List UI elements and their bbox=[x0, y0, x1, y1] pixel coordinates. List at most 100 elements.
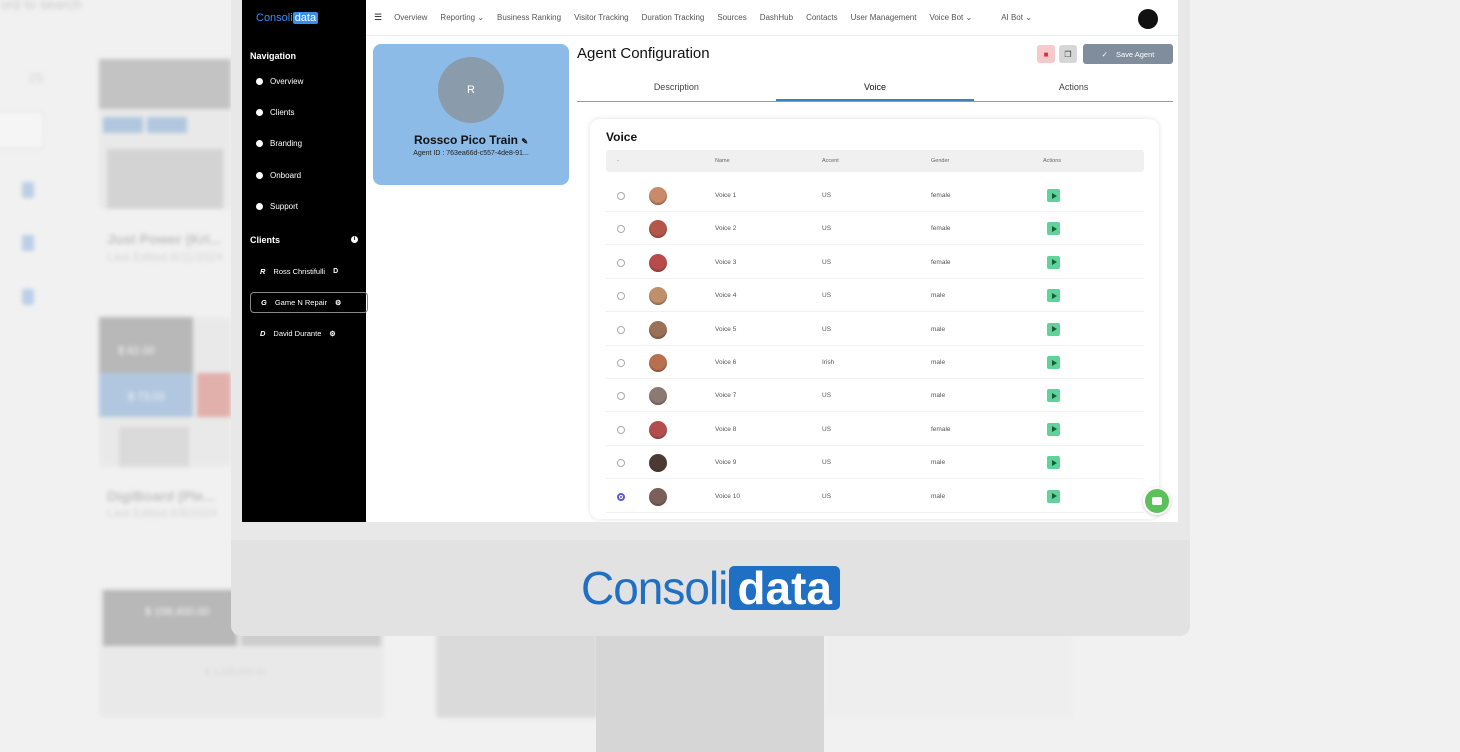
nav-heading: Navigation bbox=[250, 51, 297, 61]
nav-reporting[interactable]: Reporting ⌄ bbox=[440, 13, 484, 22]
col-accent: Accent bbox=[822, 158, 839, 164]
sidebar-item-support[interactable]: Support bbox=[256, 202, 298, 211]
voice-row[interactable]: Voice 8 US female bbox=[606, 413, 1144, 446]
voice-radio[interactable] bbox=[617, 192, 625, 200]
sidebar-item-clients[interactable]: Clients bbox=[256, 108, 294, 117]
nav-contacts[interactable]: Contacts bbox=[806, 13, 838, 22]
nav-ai-bot[interactable]: AI Bot ⌄ bbox=[1001, 13, 1032, 22]
voice-radio[interactable] bbox=[617, 459, 625, 468]
bg-card bbox=[99, 59, 231, 209]
play-icon[interactable] bbox=[1047, 356, 1060, 369]
voice-row[interactable]: Voice 7 US male bbox=[606, 379, 1144, 413]
voice-avatar bbox=[649, 420, 667, 439]
voice-gender: female bbox=[931, 192, 951, 199]
chat-button[interactable] bbox=[1143, 487, 1171, 515]
nav-business-ranking[interactable]: Business Ranking bbox=[497, 13, 561, 22]
copy-button[interactable]: ❐ bbox=[1059, 45, 1077, 63]
voice-row[interactable]: Voice 2 US female bbox=[606, 212, 1144, 246]
voice-name: Voice 1 bbox=[715, 192, 737, 199]
voice-row[interactable]: Voice 5 US male bbox=[606, 313, 1144, 346]
nav-dashhub[interactable]: DashHub bbox=[760, 13, 793, 22]
play-icon[interactable] bbox=[1047, 189, 1060, 202]
delete-button[interactable]: ■ bbox=[1037, 45, 1055, 63]
agent-name: Rossco Pico Train ✎ bbox=[413, 133, 529, 147]
play-icon[interactable] bbox=[1047, 255, 1060, 269]
monitor-stand bbox=[596, 636, 824, 752]
voice-radio[interactable] bbox=[617, 325, 625, 334]
voice-name: Voice 10 bbox=[715, 492, 740, 500]
play-icon[interactable] bbox=[1047, 489, 1060, 503]
voice-accent: US bbox=[822, 459, 832, 467]
voice-row[interactable]: Voice 6 Irish male bbox=[606, 346, 1144, 379]
voice-row[interactable]: Voice 1 US female bbox=[606, 179, 1144, 212]
info-icon[interactable]: i bbox=[351, 236, 358, 243]
config-tabs: Description Voice Actions bbox=[577, 76, 1173, 102]
nav-visitor-tracking[interactable]: Visitor Tracking bbox=[574, 13, 629, 22]
play-icon[interactable] bbox=[1047, 322, 1060, 336]
voice-gender: male bbox=[931, 359, 946, 366]
voice-radio[interactable] bbox=[617, 292, 625, 301]
voice-radio[interactable] bbox=[617, 425, 625, 434]
voice-gender: male bbox=[931, 325, 946, 333]
menu-collapse-icon[interactable]: ☰ bbox=[374, 12, 382, 23]
client-item[interactable]: D David Durante ⚙ bbox=[250, 323, 368, 344]
voice-radio[interactable] bbox=[617, 359, 625, 367]
voice-row[interactable]: Voice 10 US male bbox=[606, 480, 1144, 513]
voice-avatar bbox=[649, 287, 667, 306]
consolidata-logo: Consoli data bbox=[581, 561, 840, 615]
play-icon[interactable] bbox=[1047, 289, 1060, 303]
sidebar-item-onboard[interactable]: Onboard bbox=[256, 171, 301, 180]
bg-search-text: ord to search bbox=[0, 0, 82, 12]
voice-radio[interactable] bbox=[617, 492, 625, 501]
voice-row[interactable]: Voice 3 US female bbox=[606, 246, 1144, 279]
voice-avatar bbox=[649, 454, 667, 473]
nav-sources[interactable]: Sources bbox=[717, 13, 746, 22]
tab-voice[interactable]: Voice bbox=[775, 76, 975, 101]
voice-avatar bbox=[649, 387, 667, 406]
voice-gender: female bbox=[931, 425, 951, 433]
trash-icon: ■ bbox=[1043, 49, 1049, 59]
sidebar-item-overview[interactable]: Overview bbox=[256, 77, 303, 86]
client-item[interactable]: R Ross Christifulli D bbox=[250, 261, 368, 282]
pie-chart-icon bbox=[256, 78, 263, 85]
save-agent-button[interactable]: ✓ Save Agent bbox=[1083, 44, 1173, 64]
page-title: Agent Configuration bbox=[577, 45, 710, 62]
nav-duration-tracking[interactable]: Duration Tracking bbox=[642, 13, 705, 22]
voice-accent: US bbox=[822, 258, 832, 266]
nav-voice-bot[interactable]: Voice Bot ⌄ bbox=[929, 13, 972, 22]
nav-overview[interactable]: Overview bbox=[394, 13, 427, 22]
voice-row[interactable]: Voice 9 US male bbox=[606, 446, 1144, 480]
voice-name: Voice 2 bbox=[715, 225, 737, 233]
user-avatar[interactable] bbox=[1138, 9, 1158, 29]
bg-value: $ 3,328,000.00 bbox=[205, 667, 266, 677]
play-icon[interactable] bbox=[1047, 222, 1060, 236]
voice-name: Voice 6 bbox=[715, 359, 737, 366]
voice-radio[interactable] bbox=[617, 392, 625, 401]
voice-radio[interactable] bbox=[617, 225, 625, 234]
voice-radio[interactable] bbox=[617, 258, 625, 267]
voice-gender: male bbox=[931, 292, 946, 300]
voice-accent: Irish bbox=[822, 359, 835, 366]
sidebar-item-branding[interactable]: Branding bbox=[256, 139, 302, 148]
nav-user-management[interactable]: User Management bbox=[851, 13, 917, 22]
play-icon[interactable] bbox=[1047, 456, 1060, 470]
voice-avatar bbox=[649, 487, 667, 506]
voice-accent: US bbox=[822, 425, 832, 433]
voice-accent: US bbox=[822, 192, 832, 199]
voice-gender: male bbox=[931, 392, 946, 400]
edit-icon[interactable]: ✎ bbox=[521, 137, 528, 146]
voice-gender: male bbox=[931, 492, 946, 500]
tab-description[interactable]: Description bbox=[577, 76, 776, 101]
voice-name: Voice 9 bbox=[715, 459, 737, 467]
voice-row[interactable]: Voice 4 US male bbox=[606, 279, 1144, 313]
play-icon[interactable] bbox=[1047, 389, 1060, 403]
sidebar-logo[interactable]: Consoli data bbox=[256, 12, 319, 24]
tab-actions[interactable]: Actions bbox=[974, 76, 1173, 101]
play-icon[interactable] bbox=[1047, 422, 1060, 436]
client-item-selected[interactable]: G Game N Repair ⚙ bbox=[250, 292, 368, 313]
voice-accent: US bbox=[822, 292, 832, 300]
bg-value: $ 73.03 bbox=[128, 391, 165, 403]
voice-avatar bbox=[649, 187, 667, 205]
voice-table-header: - Name Accent Gender Actions bbox=[606, 150, 1144, 172]
voice-title: Voice bbox=[606, 130, 638, 144]
